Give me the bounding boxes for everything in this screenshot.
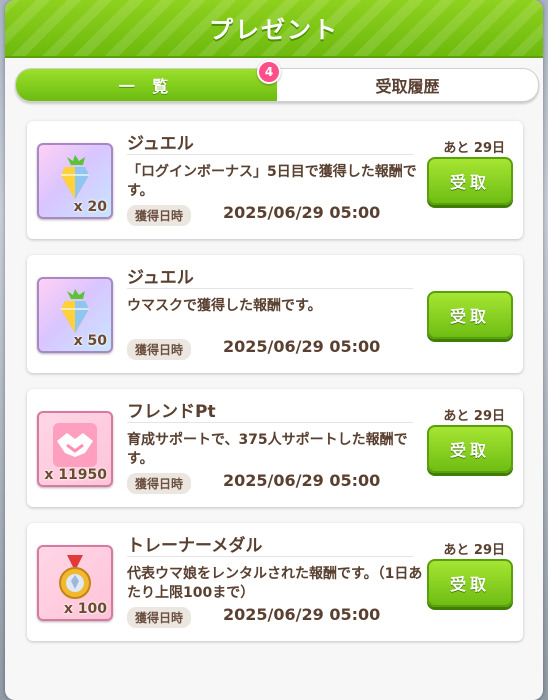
item-quantity: x 20: [73, 199, 107, 215]
item-description: 「ログインボーナス」5日目で獲得した報酬です。: [127, 164, 417, 199]
present-item: x 50 ジュエル ウマスクで獲得した報酬です。 獲得日時 2025/06/29…: [27, 255, 523, 373]
tab-history[interactable]: 受取履歴: [277, 69, 538, 101]
page-title: プレゼント: [209, 16, 339, 44]
medal-icon: x 100: [37, 545, 113, 621]
divider: [127, 288, 413, 289]
date-label: 獲得日時: [127, 607, 192, 628]
date-label: 獲得日時: [127, 339, 192, 360]
present-item: x 100 トレーナーメダル 代表ウマ娘をレンタルされた報酬です。（1日あたり上…: [27, 523, 523, 641]
date-label: 獲得日時: [127, 205, 192, 226]
divider: [127, 154, 413, 155]
present-item: x 20 ジュエル 「ログインボーナス」5日目で獲得した報酬です。 獲得日時 2…: [27, 121, 523, 239]
item-quantity: x 50: [73, 333, 107, 349]
divider: [127, 556, 413, 557]
item-name: トレーナーメダル: [127, 536, 263, 556]
remaining-days: あと 29日: [443, 409, 505, 424]
item-description: ウマスクで獲得した報酬です。: [127, 298, 322, 314]
date-value: 2025/06/29 05:00: [223, 605, 381, 624]
date-value: 2025/06/29 05:00: [223, 337, 381, 356]
tab-count-badge: 4: [257, 60, 281, 84]
item-name: ジュエル: [127, 134, 194, 154]
remaining-days: あと 29日: [443, 141, 505, 156]
item-quantity: x 11950: [44, 467, 107, 483]
jewel-icon: x 20: [37, 143, 113, 219]
claim-button[interactable]: 受取: [427, 425, 513, 473]
present-list: x 20 ジュエル 「ログインボーナス」5日目で獲得した報酬です。 獲得日時 2…: [27, 121, 523, 657]
date-value: 2025/06/29 05:00: [223, 203, 381, 222]
present-item: x 11950 フレンドPt 育成サポートで、375人サポートした報酬です。 獲…: [27, 389, 523, 507]
jewel-icon: x 50: [37, 277, 113, 353]
claim-button[interactable]: 受取: [427, 291, 513, 339]
divider: [127, 422, 413, 423]
tab-list[interactable]: 一 覧: [16, 69, 277, 101]
panel-header: プレゼント: [5, 0, 543, 58]
claim-button[interactable]: 受取: [427, 559, 513, 607]
item-name: ジュエル: [127, 268, 194, 288]
present-panel: プレゼント 一 覧 受取履歴 4 x 20 ジュエル 「ログインボーナス」5日目…: [5, 0, 543, 700]
item-description: 代表ウマ娘をレンタルされた報酬です。（1日あたり上限100まで）: [127, 566, 423, 601]
item-description: 育成サポートで、375人サポートした報酬です。: [127, 432, 408, 467]
date-label: 獲得日時: [127, 473, 192, 494]
item-quantity: x 100: [63, 601, 107, 617]
claim-button[interactable]: 受取: [427, 157, 513, 205]
handshake-icon: x 11950: [37, 411, 113, 487]
item-name: フレンドPt: [127, 402, 216, 422]
date-value: 2025/06/29 05:00: [223, 471, 381, 490]
remaining-days: あと 29日: [443, 543, 505, 558]
